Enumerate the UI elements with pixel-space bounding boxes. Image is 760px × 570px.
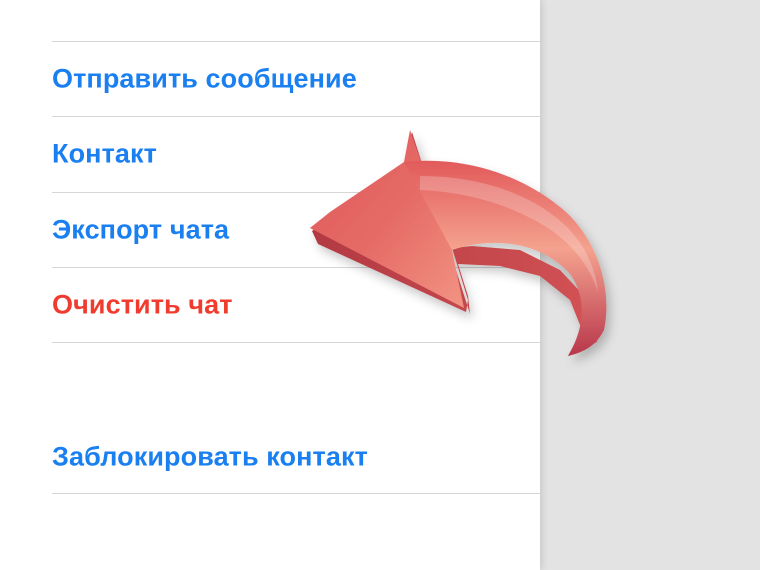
send-message-item[interactable]: Отправить сообщение: [0, 42, 540, 116]
separator: [52, 342, 540, 343]
export-chat-item[interactable]: Экспорт чата: [0, 193, 540, 267]
send-message-label: Отправить сообщение: [52, 63, 357, 94]
clear-chat-item[interactable]: Очистить чат: [0, 268, 540, 342]
clear-chat-label: Очистить чат: [52, 289, 233, 320]
export-chat-label: Экспорт чата: [52, 214, 230, 245]
contact-label: Контакт: [52, 138, 157, 169]
contact-item[interactable]: Контакт: [0, 117, 540, 191]
block-contact-item[interactable]: Заблокировать контакт: [0, 420, 540, 494]
block-contact-label: Заблокировать контакт: [52, 441, 368, 472]
chat-settings-panel: Отправить сообщение Контакт Экспорт чата…: [0, 0, 540, 570]
separator: [52, 493, 540, 494]
